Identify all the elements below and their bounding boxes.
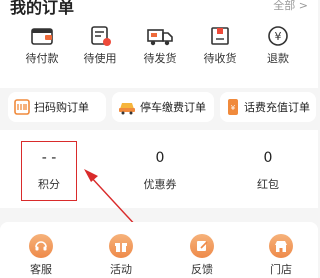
service-customer-support[interactable]: 客服 [16, 234, 66, 277]
headset-icon [29, 234, 53, 258]
service-label: 活动 [110, 263, 132, 276]
service-store[interactable]: 门店 [256, 234, 306, 277]
service-label: 门店 [270, 263, 292, 276]
service-label: 客服 [30, 263, 52, 276]
services-row: 客服 活动 反馈 门店 [0, 222, 318, 278]
service-activity[interactable]: 活动 [96, 234, 146, 277]
service-feedback[interactable]: 反馈 [177, 234, 227, 277]
service-label: 反馈 [191, 263, 213, 276]
store-icon [269, 234, 293, 258]
edit-icon [190, 234, 214, 258]
gift-icon [109, 234, 133, 258]
